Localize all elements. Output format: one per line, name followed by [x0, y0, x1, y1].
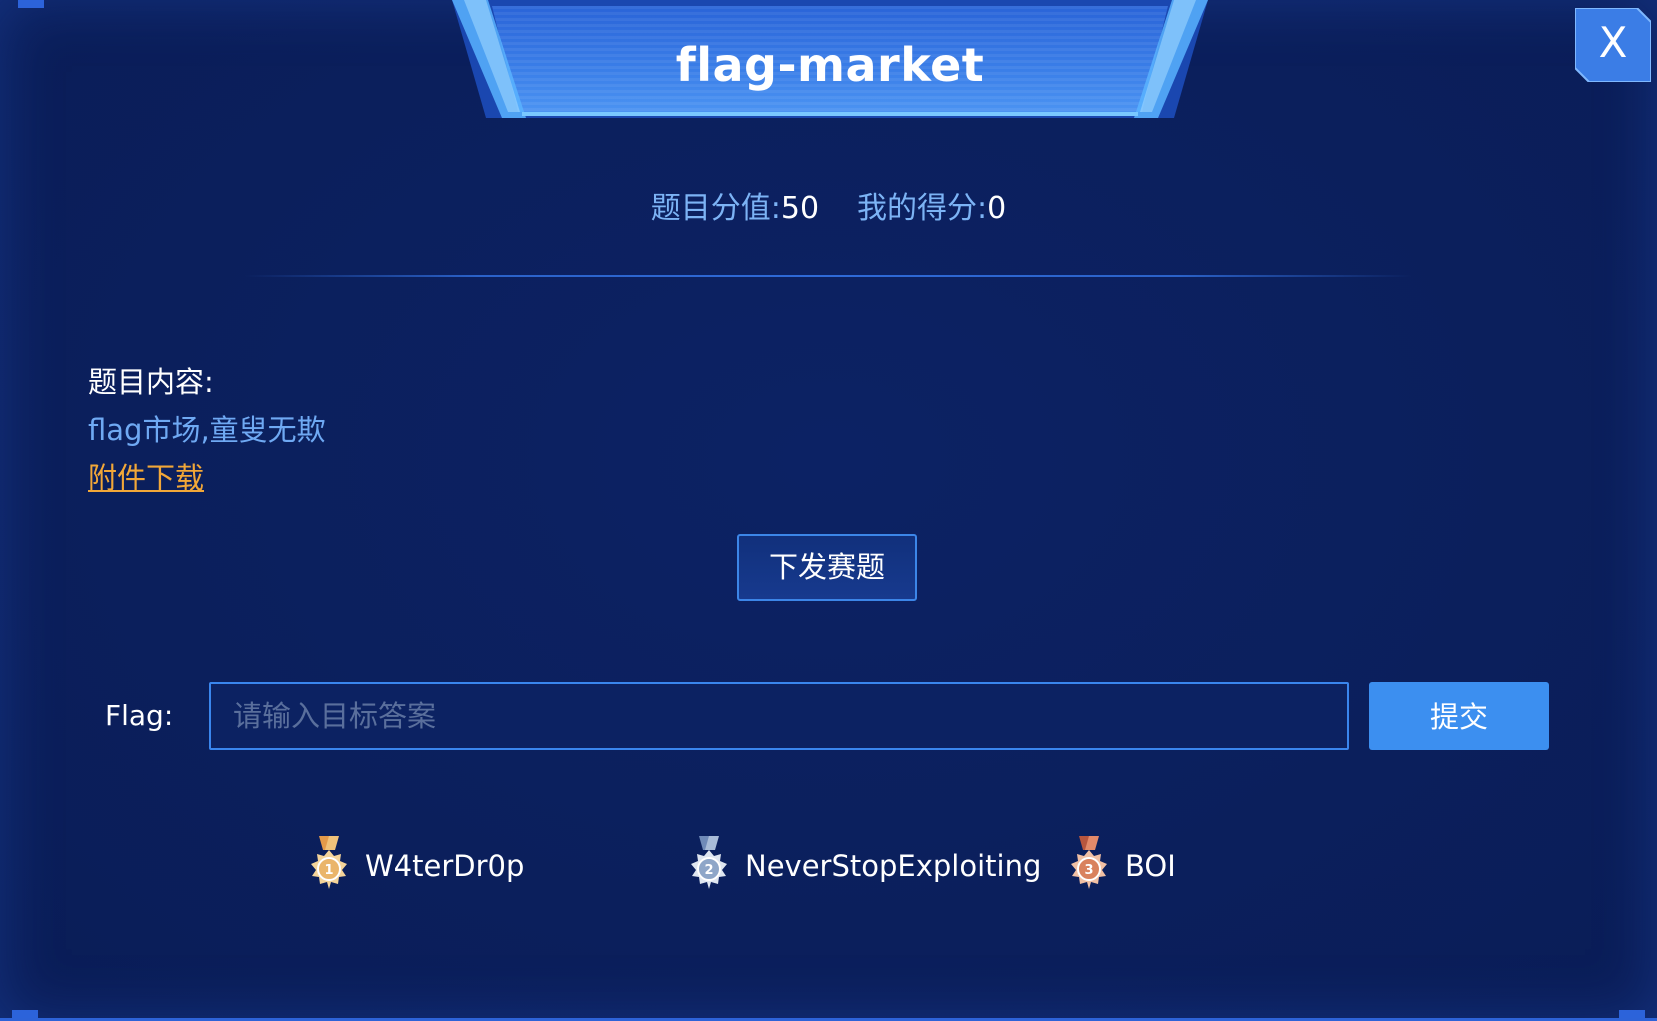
- frame-corner: [12, 1010, 38, 1018]
- solver-first: 1 W4terDr0p: [305, 836, 565, 896]
- frame-corner: [18, 0, 44, 8]
- frame-corner: [1619, 1010, 1645, 1018]
- close-button[interactable]: X: [1575, 8, 1651, 82]
- score-row: 题目分值:50 我的得分:0: [0, 188, 1657, 230]
- issue-challenge-button[interactable]: 下发赛题: [737, 534, 917, 601]
- solver-second: 2 NeverStopExploiting: [685, 836, 1041, 896]
- bronze-medal-icon: 3: [1071, 836, 1107, 889]
- my-score-label: 我的得分:: [857, 191, 988, 226]
- silver-medal-icon: 2: [691, 836, 727, 889]
- divider: [245, 275, 1412, 277]
- challenge-points-label: 题目分值:: [650, 191, 781, 226]
- challenge-description: flag市场,童叟无欺: [88, 413, 326, 447]
- medal-rank: 2: [704, 863, 713, 878]
- challenge-points-value: 50: [780, 191, 820, 226]
- solver-name: BOI: [1125, 849, 1176, 883]
- flag-label: Flag:: [105, 699, 174, 732]
- challenge-modal: flag-market X 题目分值:50 我的得分:0 题目内容: flag市场…: [0, 0, 1657, 1021]
- solver-third: 3 BOI: [1065, 836, 1265, 896]
- flag-input[interactable]: [209, 682, 1349, 750]
- solver-name: NeverStopExploiting: [745, 849, 1042, 883]
- page-title: flag-market: [675, 38, 985, 92]
- medal-rank: 1: [324, 863, 333, 878]
- close-icon: X: [1598, 18, 1628, 67]
- attachment-download-link[interactable]: 附件下载: [88, 458, 204, 498]
- gold-medal-icon: 1: [311, 836, 347, 889]
- medal-rank: 3: [1084, 863, 1093, 878]
- title-banner: flag-market: [452, 0, 1208, 118]
- content-heading: 题目内容:: [88, 365, 214, 399]
- my-score-value: 0: [987, 191, 1007, 226]
- solver-name: W4terDr0p: [365, 849, 525, 883]
- submit-button[interactable]: 提交: [1369, 682, 1549, 750]
